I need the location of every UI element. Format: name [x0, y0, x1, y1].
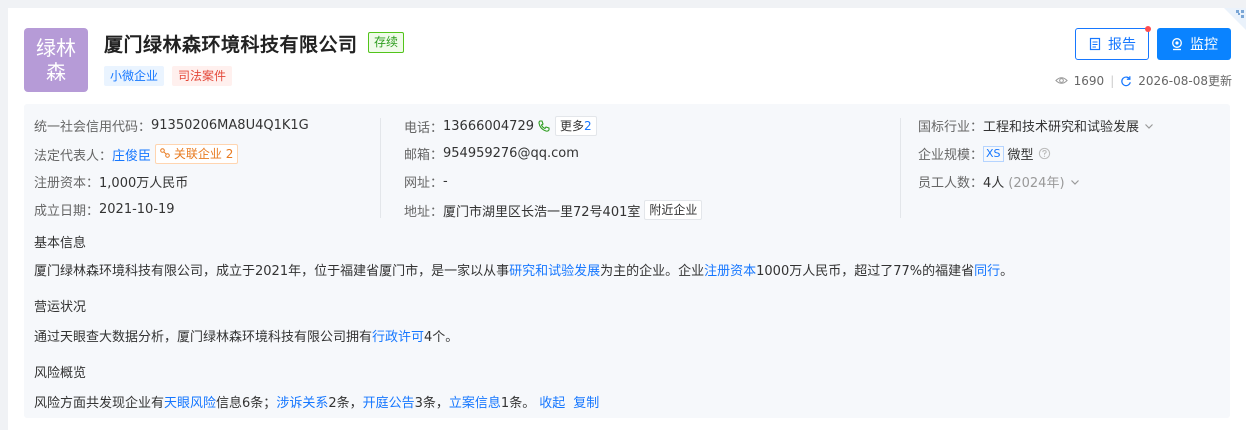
- basic-text: 厦门绿林森环境科技有限公司，成立于2021年，位于福建省厦门市，是一家以从事: [34, 264, 510, 279]
- website-value: -: [443, 174, 448, 189]
- court-notice-link[interactable]: 开庭公告: [363, 396, 415, 411]
- address-label: 地址：: [404, 204, 444, 220]
- meta-info: 1690 | 2026-08-08更新: [1054, 72, 1232, 89]
- capital-value: 1,000万人民币: [99, 176, 189, 191]
- document-icon: [1089, 37, 1101, 51]
- legal-rep-link[interactable]: 庄俊臣: [112, 145, 151, 164]
- relation-icon: [160, 148, 170, 158]
- litigation-link[interactable]: 涉诉关系: [276, 396, 328, 411]
- company-header-card: 绿林森 厦门绿林森环境科技有限公司 存续 小微企业 司法案件 报告 监控 169…: [8, 8, 1246, 430]
- column-divider-2: [900, 118, 901, 218]
- staff-value: 4人: [983, 176, 1005, 191]
- ops-text: 通过天眼查大数据分析，厦门绿林森环境科技有限公司拥有: [34, 330, 373, 345]
- operations-text: 通过天眼查大数据分析，厦门绿林森环境科技有限公司拥有行政许可4个。: [34, 326, 458, 345]
- website-row: 网址： -: [404, 172, 448, 191]
- view-count: 1690: [1073, 73, 1105, 88]
- more-label: 更多: [560, 119, 585, 133]
- related-label: 关联企业: [173, 147, 222, 161]
- industry-label: 国标行业：: [918, 120, 984, 135]
- industry-value[interactable]: 工程和技术研究和试验发展: [983, 116, 1139, 135]
- risk-text: 1条。: [500, 396, 536, 411]
- monitor-label: 监控: [1190, 37, 1218, 53]
- monitor-button[interactable]: 监控: [1157, 28, 1231, 60]
- website-label: 网址：: [404, 176, 444, 191]
- risk-text: 2条，: [328, 396, 363, 411]
- notification-dot: [1145, 26, 1151, 32]
- credit-code-row: 统一社会信用代码： 91350206MA8U4Q1K1G: [34, 116, 309, 135]
- address-value[interactable]: 厦门市湖里区长浩一里72号401室: [443, 201, 640, 220]
- founded-label: 成立日期：: [34, 204, 100, 219]
- column-divider-1: [380, 118, 381, 218]
- risk-overview-title: 风险概览: [34, 366, 87, 381]
- updated-date: 2026-08-08更新: [1138, 74, 1232, 88]
- capital-label: 注册资本：: [34, 176, 100, 191]
- scale-badge: XS: [983, 145, 1004, 162]
- collapse-button[interactable]: 收起: [539, 396, 565, 411]
- phone-value[interactable]: 13666004729: [443, 119, 534, 134]
- company-logo: 绿林森: [24, 28, 88, 92]
- info-panel: 统一社会信用代码： 91350206MA8U4Q1K1G 法定代表人： 庄俊臣 …: [24, 104, 1230, 418]
- help-icon[interactable]: [1038, 147, 1051, 160]
- related-count: 2: [225, 147, 234, 161]
- scale-row: 企业规模： XS 微型: [918, 144, 1051, 163]
- staff-label: 员工人数：: [918, 176, 984, 191]
- operations-title: 营运状况: [34, 300, 87, 315]
- scale-value: 微型: [1007, 148, 1034, 163]
- case-filing-link[interactable]: 立案信息: [449, 396, 501, 411]
- chevron-down-icon[interactable]: [1143, 120, 1155, 132]
- risk-text: 风险方面共发现企业有: [34, 396, 165, 411]
- admin-license-link[interactable]: 行政许可: [372, 330, 424, 345]
- copy-button[interactable]: 复制: [573, 396, 599, 411]
- credit-code-label: 统一社会信用代码：: [34, 120, 152, 135]
- founded-value: 2021-10-19: [99, 202, 175, 217]
- tag-small-micro[interactable]: 小微企业: [104, 66, 165, 86]
- staff-row: 员工人数： 4人 (2024年): [918, 172, 1081, 191]
- phone-row: 电话： 13666004729 更多2: [404, 116, 597, 136]
- basic-text: 为主的企业。企业: [600, 264, 705, 279]
- related-companies-chip[interactable]: 关联企业 2: [155, 144, 239, 164]
- credit-code-value[interactable]: 91350206MA8U4Q1K1G: [151, 118, 309, 133]
- refresh-icon: [1121, 75, 1132, 86]
- risk-text: 3条，: [414, 396, 449, 411]
- meta-divider: |: [1110, 73, 1115, 88]
- qr-corner-icon[interactable]: [1224, 8, 1246, 30]
- report-button[interactable]: 报告: [1075, 28, 1149, 60]
- legal-rep-row: 法定代表人： 庄俊臣 关联企业 2: [34, 144, 239, 164]
- peers-link[interactable]: 同行: [974, 264, 1000, 279]
- status-badge: 存续: [368, 32, 405, 53]
- staff-year: (2024年): [1008, 176, 1065, 191]
- address-row: 地址： 厦门市湖里区长浩一里72号401室 附近企业: [404, 200, 703, 220]
- scale-label: 企业规模：: [918, 148, 984, 163]
- monitor-icon: [1172, 38, 1182, 51]
- phone-icon[interactable]: [537, 119, 551, 133]
- founded-row: 成立日期： 2021-10-19: [34, 200, 175, 219]
- capital-row: 注册资本： 1,000万人民币: [34, 172, 188, 191]
- company-name[interactable]: 厦门绿林森环境科技有限公司: [104, 30, 358, 57]
- more-count: 2: [584, 119, 592, 133]
- report-label: 报告: [1108, 37, 1136, 53]
- phone-label: 电话：: [404, 120, 444, 136]
- industry-row: 国标行业： 工程和技术研究和试验发展: [918, 116, 1155, 135]
- email-label: 邮箱：: [404, 148, 444, 163]
- basic-text: 。: [1000, 264, 1014, 279]
- industry-link[interactable]: 研究和试验发展: [509, 264, 600, 279]
- basic-info-text: 厦门绿林森环境科技有限公司，成立于2021年，位于福建省厦门市，是一家以从事研究…: [34, 260, 1013, 279]
- basic-text: 1000万人民币，超过了77%的福建省: [756, 264, 975, 279]
- chevron-down-icon[interactable]: [1069, 176, 1081, 188]
- email-value[interactable]: 954959276@qq.com: [443, 146, 579, 161]
- tianyan-risk-link[interactable]: 天眼风险: [164, 396, 216, 411]
- legal-rep-label: 法定代表人：: [34, 148, 113, 164]
- basic-info-title: 基本信息: [34, 236, 87, 251]
- tag-judicial-cases[interactable]: 司法案件: [172, 66, 233, 86]
- capital-link[interactable]: 注册资本: [704, 264, 756, 279]
- risk-text: 信息6条；: [216, 396, 277, 411]
- ops-text: 4个。: [424, 330, 459, 345]
- more-phones-chip[interactable]: 更多2: [555, 116, 597, 136]
- eye-icon: [1054, 77, 1068, 84]
- email-row: 邮箱： 954959276@qq.com: [404, 144, 579, 163]
- nearby-companies-chip[interactable]: 附近企业: [644, 200, 703, 220]
- risk-overview-text: 风险方面共发现企业有天眼风险信息6条；涉诉关系2条，开庭公告3条，立案信息1条。…: [34, 392, 599, 411]
